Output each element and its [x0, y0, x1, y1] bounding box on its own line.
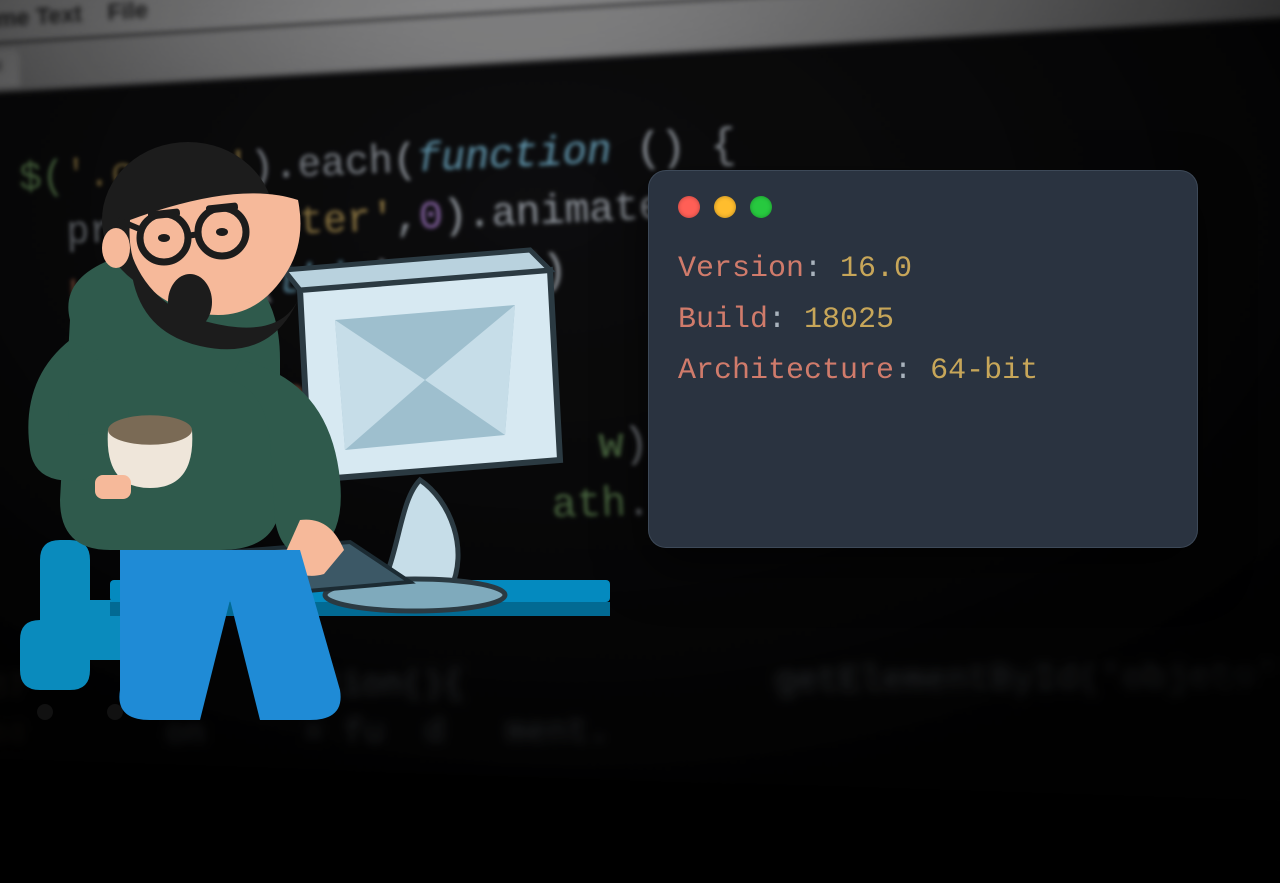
minimize-icon[interactable] — [714, 196, 736, 218]
editor-tab: e.html — [0, 50, 20, 91]
menu-file: File — [107, 0, 148, 27]
app-name: me Text — [0, 0, 82, 33]
maximize-icon[interactable] — [750, 196, 772, 218]
info-row-build: Build: 18025 — [678, 295, 1168, 346]
close-icon[interactable] — [678, 196, 700, 218]
tab-label: e.html — [0, 57, 2, 78]
terminal-window: Version: 16.0 Build: 18025 Architecture:… — [648, 170, 1198, 548]
info-row-version: Version: 16.0 — [678, 244, 1168, 295]
background-code-bottom: 87 fction(){ getElementById('objeto'); 8… — [0, 595, 1280, 809]
window-controls — [678, 196, 1168, 218]
info-row-architecture: Architecture: 64-bit — [678, 346, 1168, 397]
